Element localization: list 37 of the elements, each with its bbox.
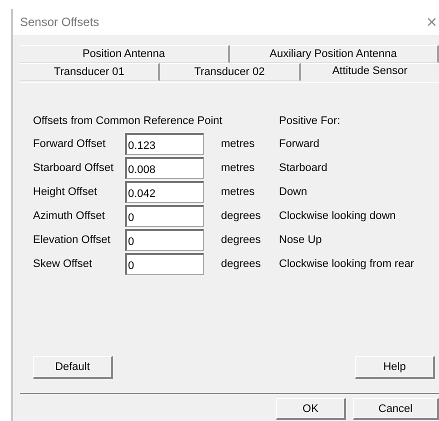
tab[interactable]: Attitude Sensor [300,63,439,82]
column-heading: Positive For: [279,114,342,129]
unit-label: metres [221,138,256,150]
tab[interactable]: Transducer 02 [160,63,301,81]
help-button[interactable]: Help [355,356,435,379]
positive-direction: Forward [279,138,320,150]
window-title: Sensor Offsets [20,15,100,29]
unit-label: degrees [221,210,262,222]
unit-label: metres [221,162,256,174]
unit-label: degrees [221,234,262,246]
cancel-button[interactable]: Cancel [353,398,439,420]
offset-field[interactable]: 0.008 [125,157,204,179]
default-button[interactable]: Default [33,356,113,379]
tab[interactable]: Transducer 01 [20,63,160,81]
offset-field[interactable]: 0.042 [125,181,204,203]
positive-direction: Clockwise looking down [279,210,397,222]
positive-direction: Starboard [279,162,328,174]
positive-direction: Down [279,186,308,198]
close-button[interactable]: × [426,13,437,31]
field-label: Forward Offset [33,138,107,150]
field-label: Azimuth Offset [33,210,106,222]
field-label: Skew Offset [33,258,94,270]
offset-field[interactable]: 0 [125,253,204,275]
offset-field[interactable]: 0 [125,229,204,251]
positive-direction: Nose Up [279,234,323,246]
ok-button[interactable]: OK [276,398,346,420]
tab[interactable]: Auxiliary Position Antenna [230,45,439,63]
field-label: Starboard Offset [33,162,115,174]
offset-field[interactable]: 0 [125,205,204,227]
field-label: Elevation Offset [33,234,112,246]
section-heading: Offsets from Common Reference Point [33,114,224,129]
tab[interactable]: Position Antenna [20,45,230,63]
offset-field[interactable]: 0.123 [125,133,204,155]
positive-direction: Clockwise looking from rear [279,258,416,270]
unit-label: metres [221,186,256,198]
field-label: Height Offset [33,186,98,198]
unit-label: degrees [221,258,262,270]
